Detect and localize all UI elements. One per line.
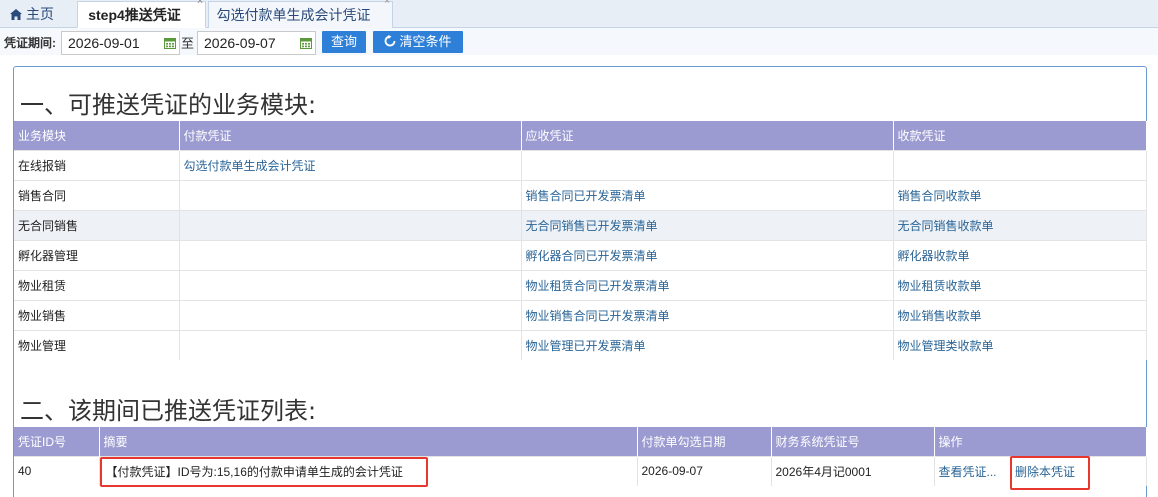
receivable-voucher-link[interactable]: 无合同销售已开发票清单 xyxy=(521,209,894,240)
tab-bar: 主页 step4推送凭证 × 勾选付款单生成会计凭证 × xyxy=(0,0,1158,28)
column-header: 操作 xyxy=(934,427,1147,456)
date-from-value: 2026-09-01 xyxy=(68,35,140,51)
payment-cell xyxy=(179,209,522,240)
table-header-row: 凭证ID号 摘要 付款单勾选日期 财务系统凭证号 操作 xyxy=(14,427,1147,456)
tab-voucher-label: 勾选付款单生成会计凭证 xyxy=(216,7,371,23)
close-icon[interactable]: × xyxy=(384,0,390,9)
calendar-icon[interactable] xyxy=(164,37,176,49)
receipt-cell xyxy=(893,149,1147,180)
date-from-input[interactable]: 2026-09-01 xyxy=(61,31,180,55)
receipt-voucher-link[interactable]: 销售合同收款单 xyxy=(893,179,1147,210)
tab-voucher[interactable]: 勾选付款单生成会计凭证 × xyxy=(208,0,393,28)
voucher-no-cell: 2026年4月记0001 xyxy=(771,455,935,486)
date-cell: 2026-09-07 xyxy=(637,455,772,486)
tab-step4-label: step4推送凭证 xyxy=(88,7,181,23)
table-header-row: 业务模块 付款凭证 应收凭证 收款凭证 xyxy=(14,121,1147,150)
receipt-voucher-link[interactable]: 物业管理类收款单 xyxy=(893,329,1147,360)
tab-home[interactable]: 主页 xyxy=(0,1,70,28)
receivable-voucher-link[interactable]: 物业管理已开发票清单 xyxy=(521,329,894,360)
column-header: 付款凭证 xyxy=(179,121,522,150)
payment-cell xyxy=(179,239,522,270)
column-header: 财务系统凭证号 xyxy=(771,427,935,456)
receipt-voucher-link[interactable]: 孵化器收款单 xyxy=(893,239,1147,270)
modules-table: 业务模块 付款凭证 应收凭证 收款凭证 在线报销 勾选付款单生成会计凭证 销售合… xyxy=(14,121,1147,360)
calendar-icon[interactable] xyxy=(300,37,312,49)
query-button[interactable]: 查询 xyxy=(322,31,366,53)
receipt-voucher-link[interactable]: 无合同销售收款单 xyxy=(893,209,1147,240)
close-icon[interactable]: × xyxy=(197,0,203,9)
table-row: 在线报销 勾选付款单生成会计凭证 xyxy=(14,149,1147,180)
column-header: 凭证ID号 xyxy=(14,427,100,456)
column-header: 业务模块 xyxy=(14,121,180,150)
table-row: 无合同销售 无合同销售已开发票清单 无合同销售收款单 xyxy=(14,209,1147,240)
receipt-voucher-link[interactable]: 物业销售收款单 xyxy=(893,299,1147,330)
payment-cell xyxy=(179,329,522,360)
delete-highlight-box xyxy=(1010,456,1090,490)
period-label: 凭证期间: xyxy=(4,36,56,50)
home-icon xyxy=(10,9,22,20)
tab-step4[interactable]: step4推送凭证 × xyxy=(77,0,206,28)
receivable-voucher-link[interactable]: 销售合同已开发票清单 xyxy=(521,179,894,210)
tab-home-label: 主页 xyxy=(26,6,54,22)
table-row: 物业管理 物业管理已开发票清单 物业管理类收款单 xyxy=(14,329,1147,360)
date-to-value: 2026-09-07 xyxy=(204,35,276,51)
clear-conditions-button[interactable]: 清空条件 xyxy=(373,31,463,53)
table-row: 物业销售 物业销售合同已开发票清单 物业销售收款单 xyxy=(14,299,1147,330)
table-row: 销售合同 销售合同已开发票清单 销售合同收款单 xyxy=(14,179,1147,210)
module-cell: 孵化器管理 xyxy=(14,239,180,270)
section-title-modules: 一、可推送凭证的业务模块: xyxy=(20,91,317,119)
filter-toolbar: 凭证期间: 2026-09-01 至 2026-09-07 查询 清空条件 xyxy=(0,28,1158,55)
receivable-voucher-link[interactable]: 物业销售合同已开发票清单 xyxy=(521,299,894,330)
receivable-cell xyxy=(521,149,894,180)
view-voucher-link[interactable]: 查看凭证... xyxy=(939,465,997,479)
column-header: 付款单勾选日期 xyxy=(637,427,772,456)
module-cell: 物业租赁 xyxy=(14,269,180,300)
to-label: 至 xyxy=(181,36,195,51)
date-to-input[interactable]: 2026-09-07 xyxy=(197,31,316,55)
module-cell: 无合同销售 xyxy=(14,209,180,240)
module-cell: 销售合同 xyxy=(14,179,180,210)
table-row: 孵化器管理 孵化器合同已开发票清单 孵化器收款单 xyxy=(14,239,1147,270)
payment-cell xyxy=(179,179,522,210)
receivable-voucher-link[interactable]: 物业租赁合同已开发票清单 xyxy=(521,269,894,300)
module-cell: 物业管理 xyxy=(14,329,180,360)
column-header: 收款凭证 xyxy=(893,121,1147,150)
section-title-pushed-vouchers: 二、该期间已推送凭证列表: xyxy=(20,397,317,425)
clear-conditions-label: 清空条件 xyxy=(399,34,452,49)
module-cell: 物业销售 xyxy=(14,299,180,330)
receipt-voucher-link[interactable]: 物业租赁收款单 xyxy=(893,269,1147,300)
column-header: 摘要 xyxy=(99,427,638,456)
summary-highlight-box xyxy=(100,457,428,487)
voucher-id-cell: 40 xyxy=(14,455,100,486)
refresh-icon xyxy=(385,35,396,47)
module-cell: 在线报销 xyxy=(14,149,180,180)
table-row: 物业租赁 物业租赁合同已开发票清单 物业租赁收款单 xyxy=(14,269,1147,300)
column-header: 应收凭证 xyxy=(521,121,894,150)
receivable-voucher-link[interactable]: 孵化器合同已开发票清单 xyxy=(521,239,894,270)
payment-cell xyxy=(179,269,522,300)
payment-cell xyxy=(179,299,522,330)
payment-voucher-link[interactable]: 勾选付款单生成会计凭证 xyxy=(179,149,522,180)
